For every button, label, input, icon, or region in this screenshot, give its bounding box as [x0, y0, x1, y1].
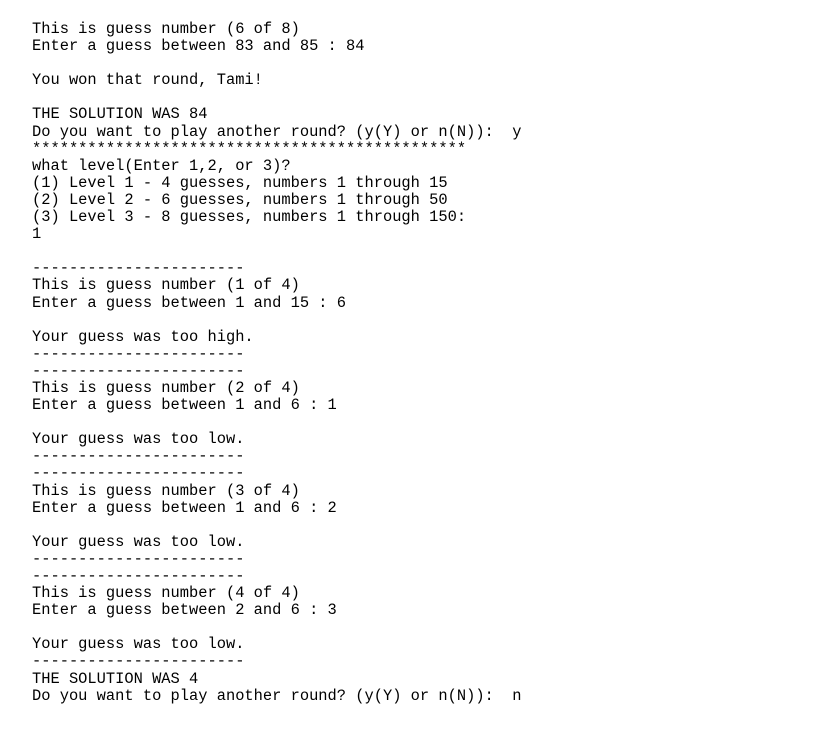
console-line: -----------------------	[32, 464, 245, 483]
console-line: Enter a guess between 2 and 6 : 3	[32, 601, 337, 620]
console-line: what level(Enter 1,2, or 3)?	[32, 156, 291, 175]
console-line: -----------------------	[32, 549, 245, 568]
console-line: This is guess number (2 of 4)	[32, 378, 300, 397]
console-line: Enter a guess between 1 and 6 : 2	[32, 498, 337, 517]
console-line: -----------------------	[32, 344, 245, 363]
console-line: This is guess number (3 of 4)	[32, 481, 300, 500]
console-line: -----------------------	[32, 567, 245, 585]
console-output: This is guess number (6 of 8) Enter a gue…	[32, 20, 522, 705]
console-line: -----------------------	[32, 361, 245, 380]
console-line: Do you want to play another round? (y(Y)…	[32, 686, 522, 705]
console-line: (3) Level 3 - 8 guesses, numbers 1 throu…	[32, 208, 467, 227]
console-line: You won that round, Tami!	[32, 71, 263, 90]
console-line: Enter a guess between 1 and 15 : 6	[32, 293, 347, 312]
console-line: -----------------------	[32, 447, 245, 466]
console-line: Your guess was too low.	[32, 635, 245, 654]
console-line: THE SOLUTION WAS 4	[32, 669, 199, 688]
console-line: THE SOLUTION WAS 84	[32, 105, 208, 124]
console-line: This is guess number (4 of 4)	[32, 584, 300, 603]
console-line: Do you want to play another round? (y(Y)…	[32, 122, 522, 141]
console-line: This is guess number (1 of 4)	[32, 276, 300, 295]
console-line: Your guess was too low.	[32, 532, 245, 551]
console-line: -----------------------	[32, 652, 245, 671]
console-line: Enter a guess between 83 and 85 : 84	[32, 37, 365, 56]
console-line: 1	[32, 225, 42, 244]
console-line: Your guess was too low.	[32, 430, 245, 449]
console-line: Enter a guess between 1 and 6 : 1	[32, 396, 337, 415]
console-line: (1) Level 1 - 4 guesses, numbers 1 throu…	[32, 173, 448, 192]
console-line: This is guess number (6 of 8)	[32, 20, 300, 38]
console-line: ****************************************…	[32, 139, 467, 158]
console-line: Your guess was too high.	[32, 327, 254, 346]
console-line: -----------------------	[32, 259, 245, 278]
console-line: (2) Level 2 - 6 guesses, numbers 1 throu…	[32, 190, 448, 209]
